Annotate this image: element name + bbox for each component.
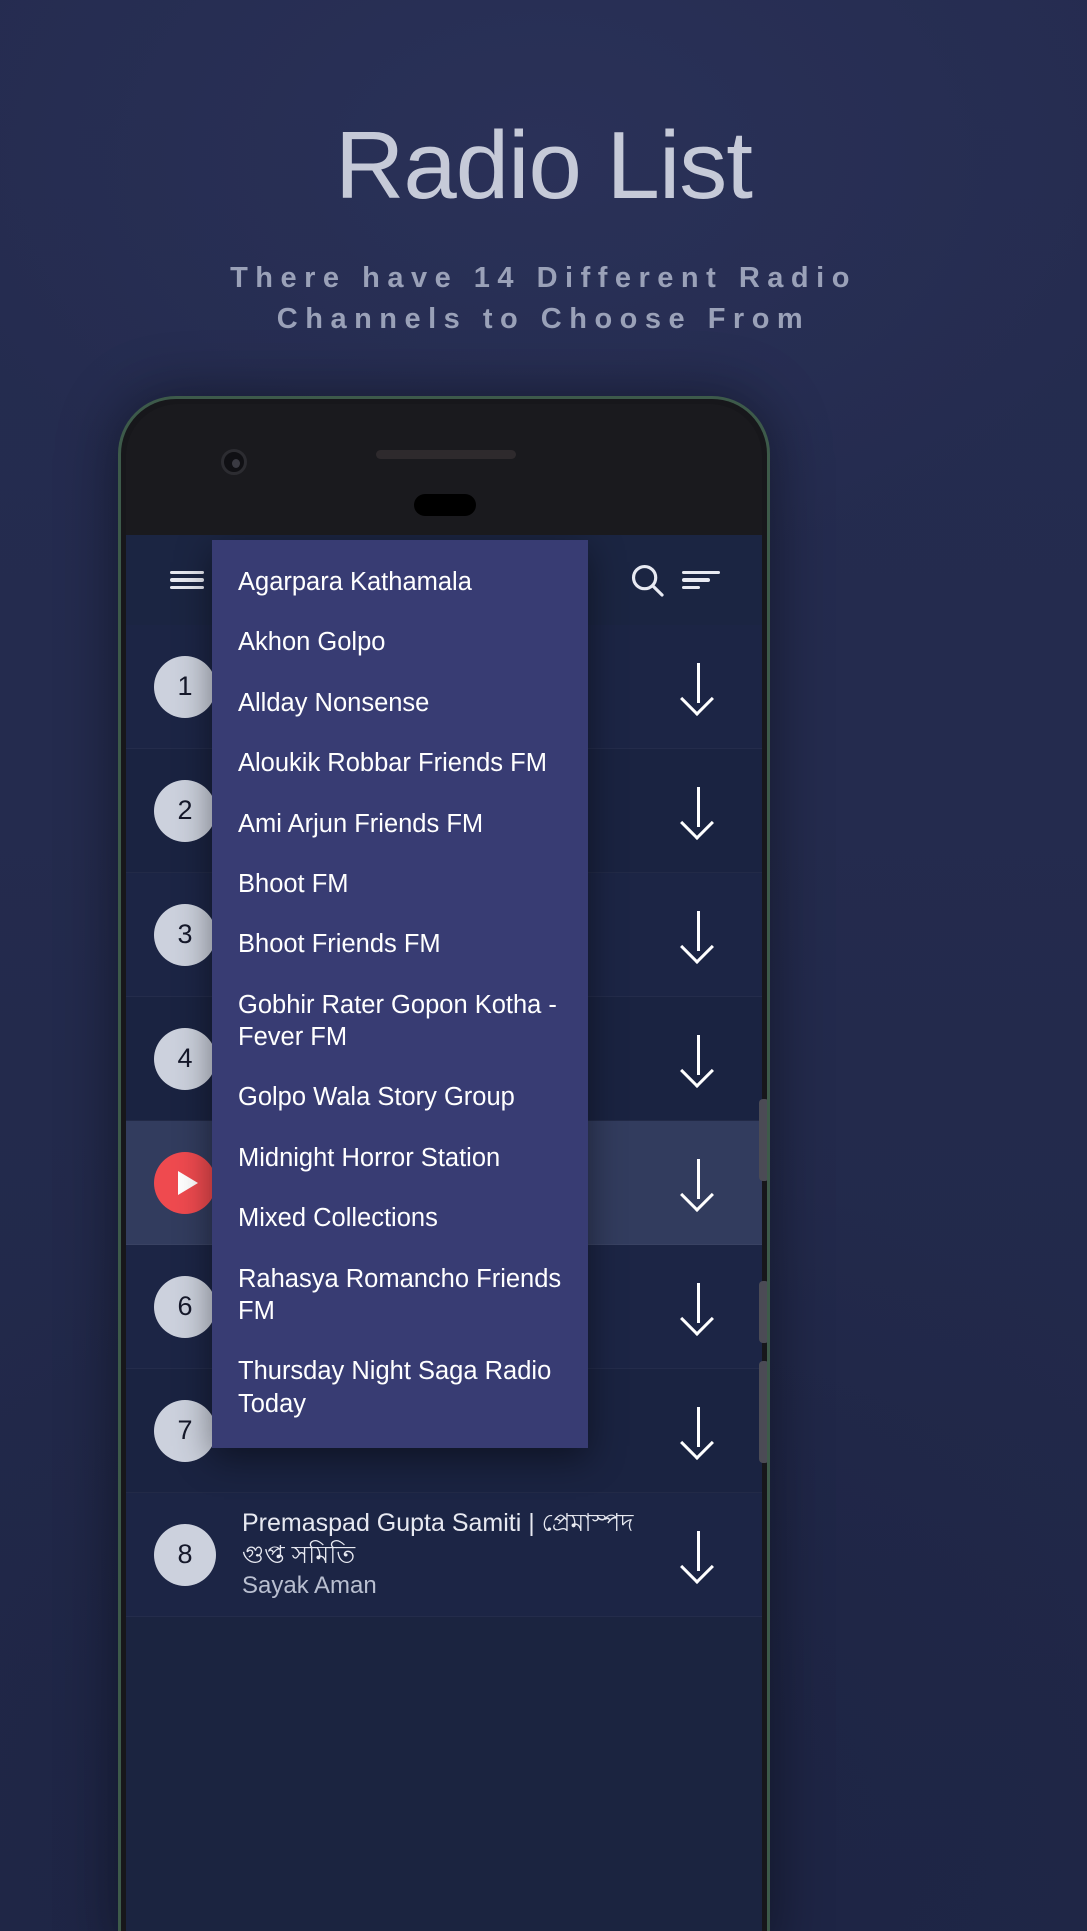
dropdown-item[interactable]: Midnight Horror Station (212, 1128, 588, 1188)
row-title: Premaspad Gupta Samiti | প্রেমাস্পদ গুপ্… (242, 1509, 634, 1570)
row-index-badge: 6 (154, 1275, 216, 1338)
notch-pill (414, 494, 476, 516)
earpiece-speaker (376, 450, 516, 459)
phone-bezel: 1 2 3 4 6 7 8 Premaspad Gupta Samiti | প… (126, 404, 762, 1931)
download-icon[interactable] (676, 1157, 722, 1212)
dropdown-item[interactable]: Gobhir Rater Gopon Kotha - Fever FM (212, 975, 588, 1068)
row-subtitle: Sayak Aman (242, 1572, 377, 1600)
sort-line (682, 586, 700, 590)
sort-icon[interactable] (674, 553, 728, 607)
hamburger-line (170, 586, 204, 590)
play-button[interactable] (154, 1151, 216, 1214)
page-subtitle: There have 14 Different Radio Channels t… (230, 262, 857, 336)
hamburger-line (170, 570, 204, 574)
dropdown-item[interactable]: Golpo Wala Story Group (212, 1067, 588, 1127)
phone-side-button (759, 1361, 767, 1463)
page-title: Radio List (335, 112, 753, 219)
row-index-badge: 7 (154, 1399, 216, 1462)
phone-side-button (759, 1099, 767, 1181)
station-dropdown-menu[interactable]: Agarpara Kathamala Akhon Golpo Allday No… (212, 540, 588, 1448)
download-icon[interactable] (676, 661, 722, 716)
dropdown-item[interactable]: Bhoot Friends FM (212, 914, 588, 974)
download-icon[interactable] (676, 1405, 722, 1460)
dropdown-item[interactable]: Rahasya Romancho Friends FM (212, 1249, 588, 1342)
row-index-badge: 3 (154, 903, 216, 966)
row-index-badge: 4 (154, 1027, 216, 1090)
dropdown-item[interactable]: Mixed Collections (212, 1188, 588, 1248)
phone-mockup: 1 2 3 4 6 7 8 Premaspad Gupta Samiti | প… (118, 396, 770, 1931)
promo-header: Radio List There have 14 Different Radio… (0, 0, 1087, 340)
download-icon[interactable] (676, 1281, 722, 1336)
row-index-badge: 8 (154, 1523, 216, 1586)
dropdown-item[interactable]: Ami Arjun Friends FM (212, 794, 588, 854)
dropdown-item[interactable]: Thursday Night Saga Radio Today (212, 1341, 588, 1434)
dropdown-item[interactable]: Allday Nonsense (212, 673, 588, 733)
search-icon[interactable] (620, 553, 674, 607)
download-icon[interactable] (676, 1529, 722, 1584)
dropdown-item[interactable]: Agarpara Kathamala (212, 552, 588, 612)
hamburger-line (170, 578, 204, 582)
dropdown-item[interactable]: Aloukik Robbar Friends FM (212, 733, 588, 793)
app-screen: 1 2 3 4 6 7 8 Premaspad Gupta Samiti | প… (126, 535, 762, 1931)
dropdown-item[interactable]: Akhon Golpo (212, 612, 588, 672)
download-icon[interactable] (676, 785, 722, 840)
dropdown-item[interactable]: Bhoot FM (212, 854, 588, 914)
download-icon[interactable] (676, 909, 722, 964)
row-title-group: Premaspad Gupta Samiti | প্রেমাস্পদ গুপ্… (216, 1507, 676, 1602)
row-index-badge: 1 (154, 655, 216, 718)
row-index-badge: 2 (154, 779, 216, 842)
hamburger-menu-icon[interactable] (160, 553, 214, 607)
phone-side-button (759, 1281, 767, 1343)
sort-line (682, 570, 720, 574)
front-camera-icon (221, 449, 247, 475)
table-row[interactable]: 8 Premaspad Gupta Samiti | প্রেমাস্পদ গু… (126, 1493, 762, 1617)
download-icon[interactable] (676, 1033, 722, 1088)
sort-line (682, 578, 710, 582)
